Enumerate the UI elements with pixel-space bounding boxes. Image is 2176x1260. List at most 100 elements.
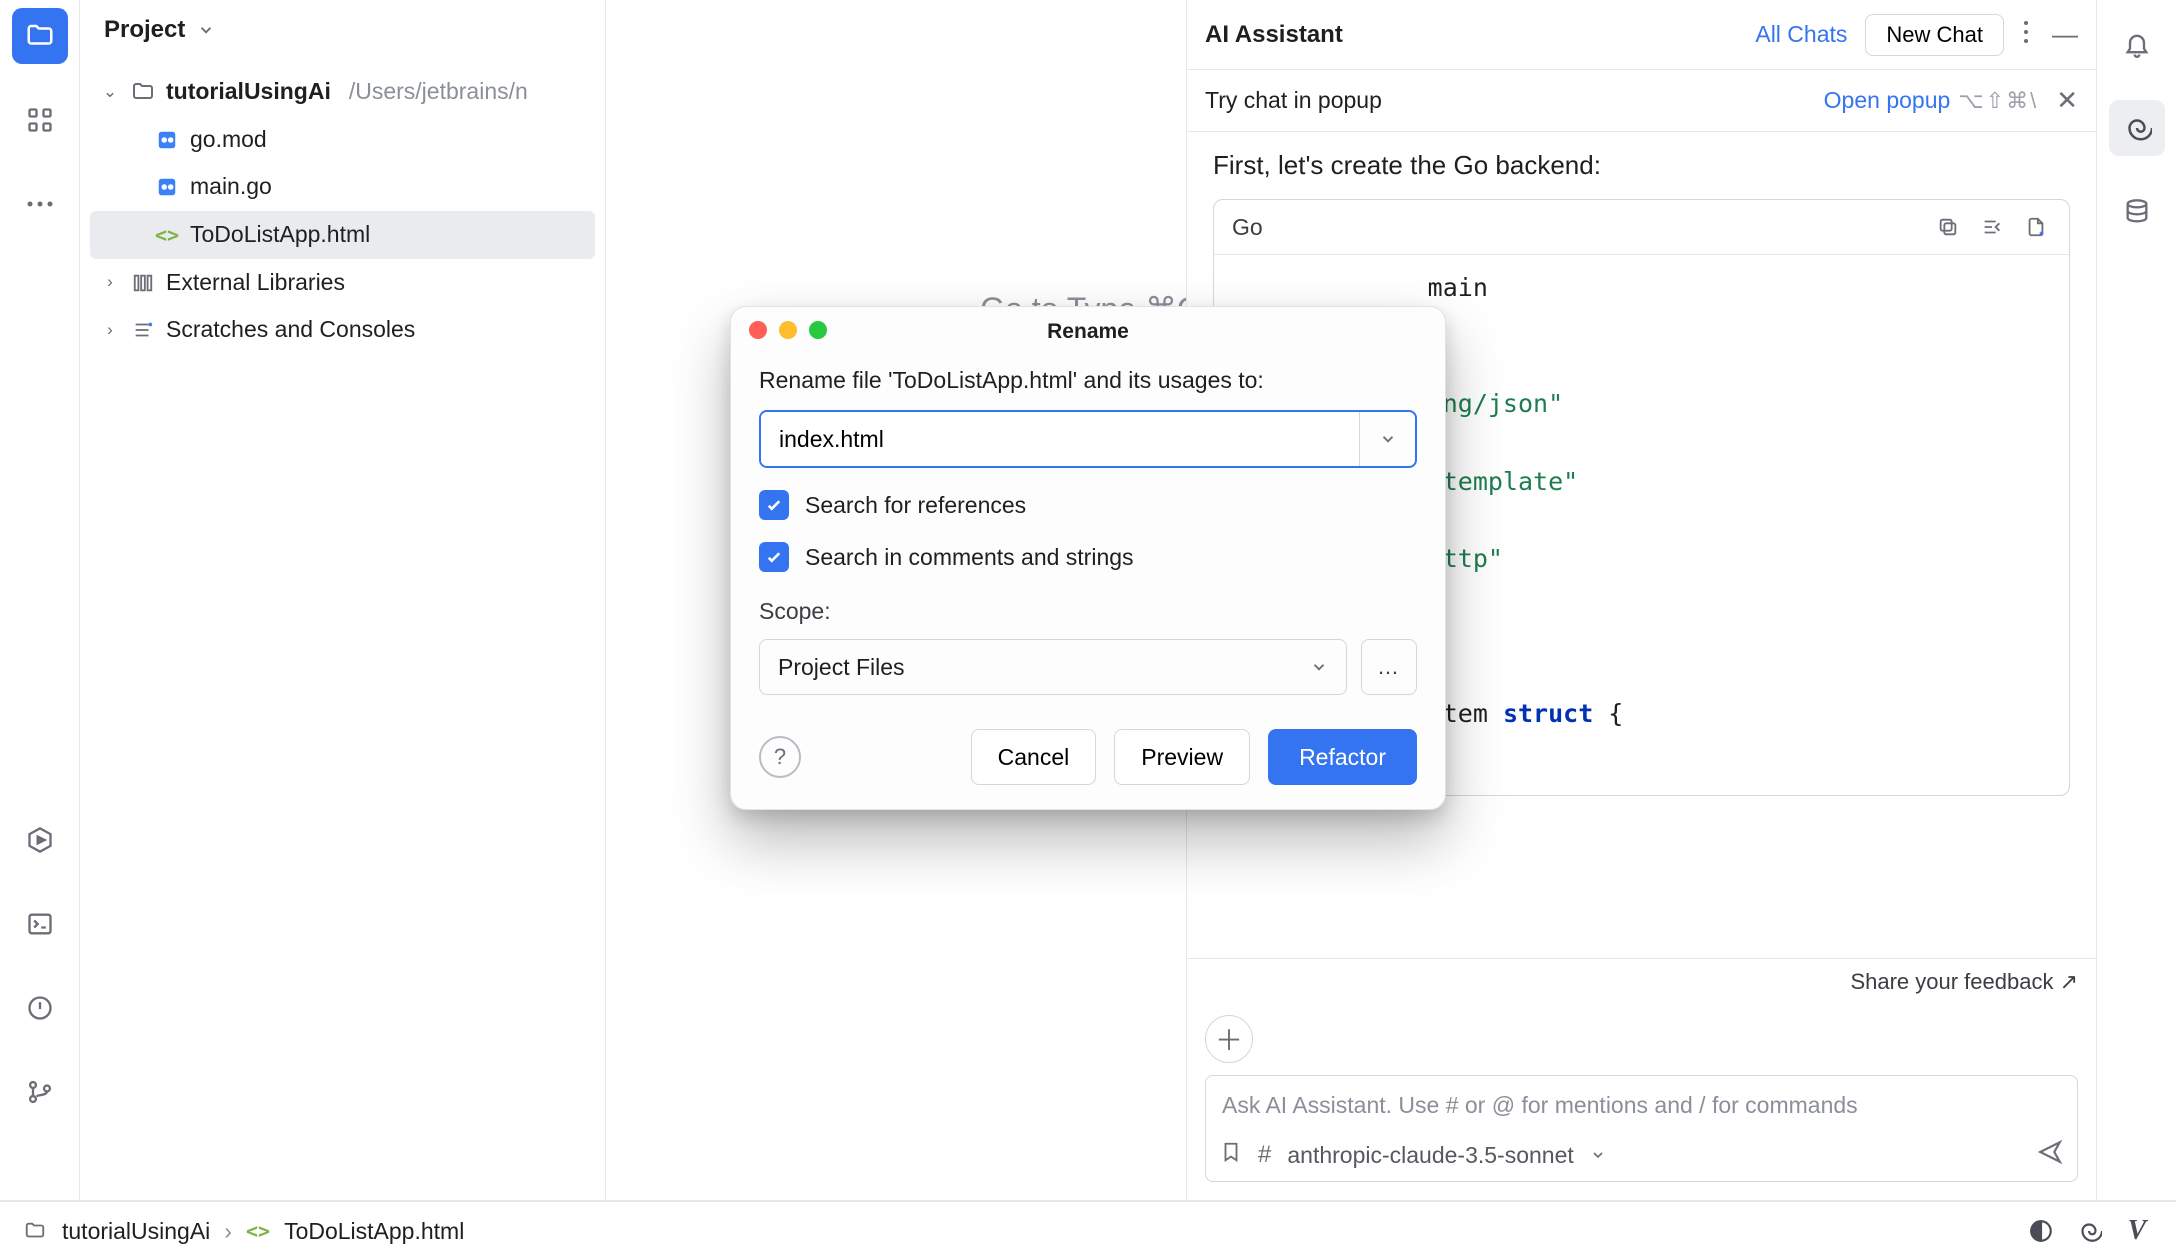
project-tree[interactable]: ⌄ tutorialUsingAi /Users/jetbrains/n go.… [80, 60, 605, 362]
tree-root-path: /Users/jetbrains/n [349, 70, 528, 114]
library-icon [130, 270, 156, 296]
checkbox-checked-icon [759, 490, 789, 520]
vcs-tool-button[interactable] [12, 1064, 68, 1120]
minimize-icon[interactable]: — [2052, 19, 2078, 50]
breadcrumb-file[interactable]: ToDoListApp.html [284, 1218, 464, 1245]
ai-panel-header: AI Assistant All Chats New Chat — [1187, 0, 2096, 70]
kebab-menu-icon[interactable] [2022, 19, 2030, 50]
ellipsis-icon [26, 199, 54, 209]
go-file-icon [154, 174, 180, 200]
new-chat-button[interactable]: New Chat [1865, 14, 2004, 56]
checkbox-checked-icon [759, 542, 789, 572]
copy-icon[interactable] [1933, 212, 1963, 242]
rename-dialog: Rename Rename file 'ToDoListApp.html' an… [730, 306, 1446, 810]
ai-status-icon[interactable] [2072, 1214, 2106, 1248]
services-tool-button[interactable] [12, 812, 68, 868]
html-file-icon: <> [154, 222, 180, 248]
terminal-tool-button[interactable] [12, 896, 68, 952]
git-branch-icon [26, 1078, 54, 1106]
open-popup-shortcut: ⌥⇧⌘\ [1958, 88, 2038, 114]
tree-file[interactable]: main.go [90, 163, 595, 211]
notifications-tool-button[interactable] [2109, 16, 2165, 72]
share-feedback-link[interactable]: Share your feedback ↗ [1850, 969, 2078, 995]
left-tool-gutter [0, 0, 80, 1200]
warning-circle-icon [26, 994, 54, 1022]
ai-input-placeholder: Ask AI Assistant. Use # or @ for mention… [1220, 1086, 2063, 1125]
ai-tool-button[interactable] [2109, 100, 2165, 156]
structure-icon [26, 106, 54, 134]
all-chats-link[interactable]: All Chats [1755, 21, 1847, 48]
chevron-right-icon[interactable]: › [100, 314, 120, 346]
create-file-icon[interactable] [2021, 212, 2051, 242]
more-tool-button[interactable] [12, 176, 68, 232]
ai-popup-row: Try chat in popup Open popup ⌥⇧⌘\ ✕ [1187, 70, 2096, 132]
terminal-icon [26, 910, 54, 938]
ai-spiral-icon [2122, 113, 2152, 143]
status-bar: tutorialUsingAi › <> ToDoListApp.html V [0, 1200, 2176, 1260]
bell-icon [2123, 30, 2151, 58]
window-close-dot[interactable] [749, 321, 767, 339]
chevron-right-icon[interactable]: › [100, 266, 120, 298]
chevron-down-icon [197, 21, 215, 39]
tree-root-name: tutorialUsingAi [166, 70, 331, 114]
open-popup-link[interactable]: Open popup [1824, 87, 1951, 114]
vim-status-icon[interactable]: V [2120, 1214, 2154, 1248]
folder-icon [130, 79, 156, 105]
tree-root[interactable]: ⌄ tutorialUsingAi /Users/jetbrains/n [90, 68, 595, 116]
project-panel: Project ⌄ tutorialUsingAi /Users/jetbrai… [80, 0, 606, 1200]
project-tool-button[interactable] [12, 8, 68, 64]
tree-file-label: main.go [190, 165, 272, 209]
attach-button[interactable]: ＋ [1205, 1015, 1253, 1063]
dialog-titlebar: Rename [731, 307, 1445, 357]
scope-label: Scope: [759, 598, 1417, 625]
dialog-title: Rename [1047, 320, 1129, 344]
tree-item-label: External Libraries [166, 261, 345, 305]
checkbox-label: Search in comments and strings [805, 544, 1134, 571]
hash-icon[interactable]: # [1258, 1141, 1271, 1169]
problems-tool-button[interactable] [12, 980, 68, 1036]
tree-file-label: ToDoListApp.html [190, 213, 370, 257]
tree-file-selected[interactable]: <> ToDoListApp.html [90, 211, 595, 259]
code-lang-label: Go [1232, 214, 1263, 241]
cancel-button[interactable]: Cancel [971, 729, 1097, 785]
database-icon [2123, 198, 2151, 226]
search-comments-checkbox[interactable]: Search in comments and strings [759, 542, 1417, 572]
send-icon[interactable] [2037, 1139, 2063, 1171]
tree-file[interactable]: go.mod [90, 116, 595, 164]
window-minimize-dot[interactable] [779, 321, 797, 339]
scope-more-button[interactable]: … [1361, 639, 1417, 695]
tree-scratches[interactable]: › Scratches and Consoles [90, 306, 595, 354]
chevron-down-icon[interactable] [1590, 1147, 1606, 1163]
go-file-icon [154, 127, 180, 153]
database-tool-button[interactable] [2109, 184, 2165, 240]
scope-value: Project Files [778, 654, 905, 681]
breadcrumb-project[interactable]: tutorialUsingAi [62, 1218, 210, 1245]
structure-tool-button[interactable] [12, 92, 68, 148]
folder-icon [25, 21, 55, 51]
refactor-button[interactable]: Refactor [1268, 729, 1417, 785]
right-tool-gutter [2096, 0, 2176, 1200]
ai-panel-title: AI Assistant [1205, 21, 1737, 49]
search-references-checkbox[interactable]: Search for references [759, 490, 1417, 520]
model-selector[interactable]: anthropic-claude-3.5-sonnet [1287, 1142, 1573, 1169]
chevron-down-icon[interactable]: ⌄ [100, 76, 120, 108]
project-panel-title: Project [104, 16, 185, 44]
help-button[interactable]: ? [759, 736, 801, 778]
theme-icon[interactable] [2024, 1214, 2058, 1248]
ai-text-input[interactable]: Ask AI Assistant. Use # or @ for mention… [1205, 1075, 2078, 1182]
project-panel-header[interactable]: Project [80, 0, 605, 60]
rename-input-wrapper [759, 410, 1417, 468]
chevron-down-icon [1310, 658, 1328, 676]
insert-icon[interactable] [1977, 212, 2007, 242]
scope-select[interactable]: Project Files [759, 639, 1347, 695]
ai-message: First, let's create the Go backend: [1213, 150, 2070, 181]
preview-button[interactable]: Preview [1114, 729, 1250, 785]
rename-input[interactable] [761, 412, 1359, 466]
scratches-icon [130, 317, 156, 343]
checkbox-label: Search for references [805, 492, 1026, 519]
window-zoom-dot[interactable] [809, 321, 827, 339]
close-icon[interactable]: ✕ [2056, 85, 2078, 116]
bookmark-icon[interactable] [1220, 1141, 1242, 1169]
tree-external-libraries[interactable]: › External Libraries [90, 259, 595, 307]
rename-input-dropdown[interactable] [1359, 412, 1415, 466]
